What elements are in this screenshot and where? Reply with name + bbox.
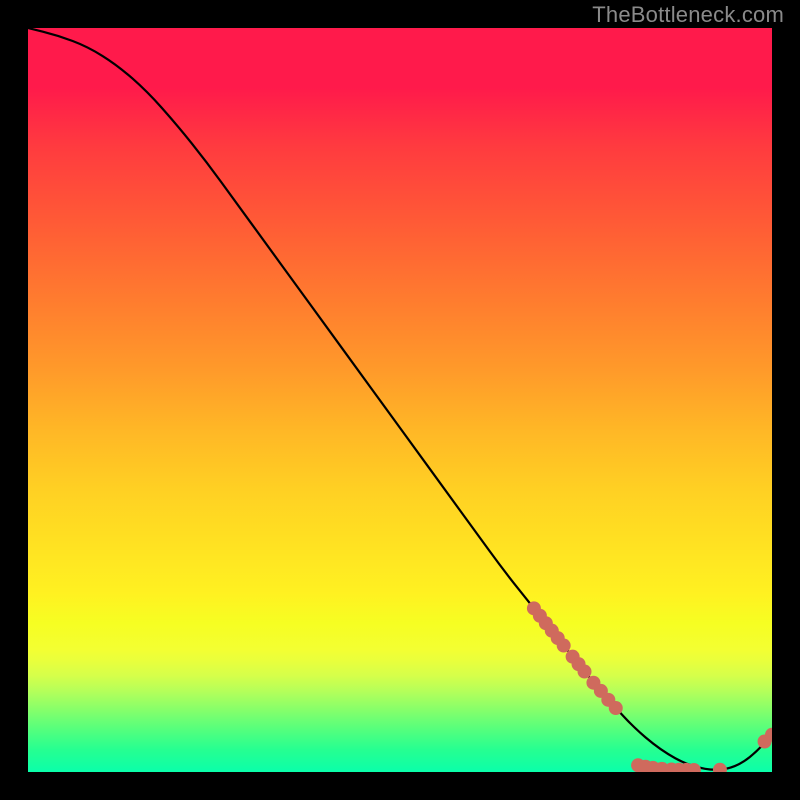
data-marker	[609, 701, 623, 715]
data-marker	[557, 639, 571, 653]
data-marker	[578, 665, 592, 679]
plot-overlay	[28, 28, 772, 772]
markers-group	[527, 601, 772, 772]
chart-stage: TheBottleneck.com	[0, 0, 800, 800]
attribution-label: TheBottleneck.com	[592, 2, 784, 28]
data-marker	[713, 763, 727, 772]
plot-outer	[28, 28, 772, 772]
bottleneck-curve	[28, 28, 772, 770]
